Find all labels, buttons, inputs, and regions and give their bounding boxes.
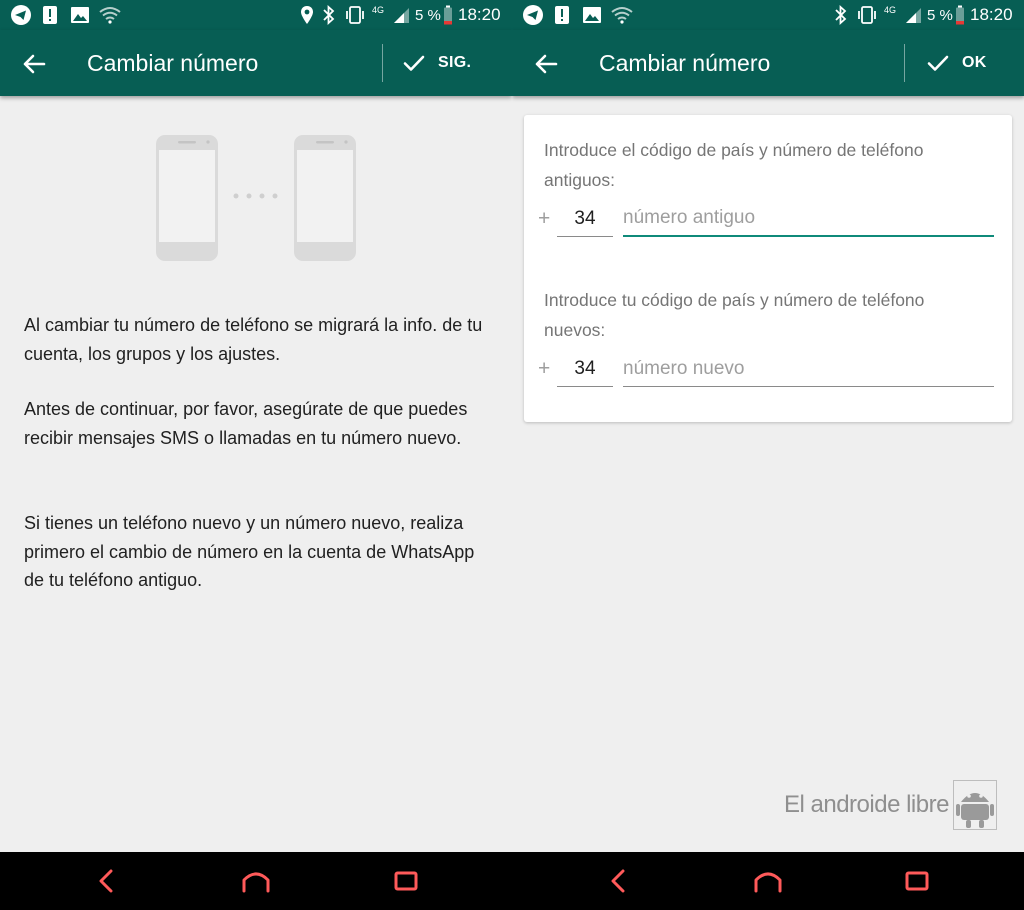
toolbar-divider <box>904 44 905 82</box>
navigation-bar <box>0 852 1024 910</box>
nav-home-icon[interactable] <box>241 866 271 896</box>
info-paragraph-1: Al cambiar tu número de teléfono se migr… <box>24 315 483 364</box>
old-plus-sign: + <box>538 207 551 230</box>
watermark-text: El androide libre <box>784 791 949 818</box>
nav-home-icon[interactable] <box>753 866 783 896</box>
status-bar: 4G 5 % 18:20 <box>512 0 1024 30</box>
back-arrow-icon[interactable] <box>530 48 562 80</box>
signal-icon <box>392 0 410 30</box>
toolbar: Cambiar número SIG. <box>0 30 512 96</box>
right-screen: 4G 5 % 18:20 Cambiar número OK Introduce… <box>512 0 1024 852</box>
info-paragraph-2: Antes de continuar, por favor, asegúrate… <box>24 399 468 448</box>
status-bar: 4G 5 % 18:20 <box>0 0 512 30</box>
new-number-input[interactable] <box>623 351 994 387</box>
new-number-label: Introduce tu código de país y número de … <box>544 290 925 340</box>
network-type: 4G <box>372 5 385 15</box>
clock: 18:20 <box>970 5 1013 24</box>
toolbar: Cambiar número OK <box>512 30 1024 96</box>
image-icon <box>70 0 90 30</box>
left-screen: 4G 5 % 18:20 Cambiar número SIG. Al camb… <box>0 0 512 852</box>
info-paragraph-3: Si tienes un teléfono nuevo y un número … <box>24 513 475 590</box>
new-phone-icon <box>294 135 356 261</box>
old-number-input[interactable] <box>623 201 994 237</box>
new-plus-sign: + <box>538 357 551 380</box>
ok-button[interactable]: OK <box>926 43 987 83</box>
next-button[interactable]: SIG. <box>402 43 471 83</box>
old-country-code-input[interactable] <box>557 201 613 237</box>
nav-back-icon[interactable] <box>603 866 633 896</box>
signal-icon <box>904 0 922 30</box>
back-arrow-icon[interactable] <box>18 48 50 80</box>
clock: 18:20 <box>458 5 501 24</box>
wifi-icon <box>610 0 634 30</box>
old-number-label: Introduce el código de país y número de … <box>544 140 924 190</box>
check-icon <box>403 55 425 71</box>
nav-recents-icon[interactable] <box>902 866 932 896</box>
nav-recents-icon[interactable] <box>391 866 421 896</box>
page-title: Cambiar número <box>87 50 259 76</box>
vibrate-icon <box>856 0 878 30</box>
nav-back-icon[interactable] <box>91 866 121 896</box>
android-robot-icon <box>952 780 997 830</box>
next-button-label: SIG. <box>438 54 472 71</box>
check-icon <box>927 55 949 71</box>
telegram-icon <box>522 0 544 30</box>
vibrate-icon <box>344 0 366 30</box>
ok-button-label: OK <box>962 54 987 71</box>
phones-illustration <box>150 130 362 271</box>
alert-icon <box>554 0 570 30</box>
watermark: El androide libre <box>784 780 997 830</box>
old-phone-icon <box>156 135 218 261</box>
bluetooth-icon <box>322 0 336 30</box>
image-icon <box>582 0 602 30</box>
page-title: Cambiar número <box>599 50 771 76</box>
battery-icon <box>443 0 453 30</box>
bluetooth-icon <box>834 0 848 30</box>
network-type: 4G <box>884 5 897 15</box>
phone-number-form: Introduce el código de país y número de … <box>524 115 1012 422</box>
battery-icon <box>955 0 965 30</box>
alert-icon <box>42 0 58 30</box>
wifi-icon <box>98 0 122 30</box>
battery-percent: 5 % <box>927 6 953 24</box>
new-country-code-input[interactable] <box>557 351 613 387</box>
toolbar-divider <box>382 44 383 82</box>
telegram-icon <box>10 0 32 30</box>
location-icon <box>300 0 314 30</box>
battery-percent: 5 % <box>415 6 441 24</box>
